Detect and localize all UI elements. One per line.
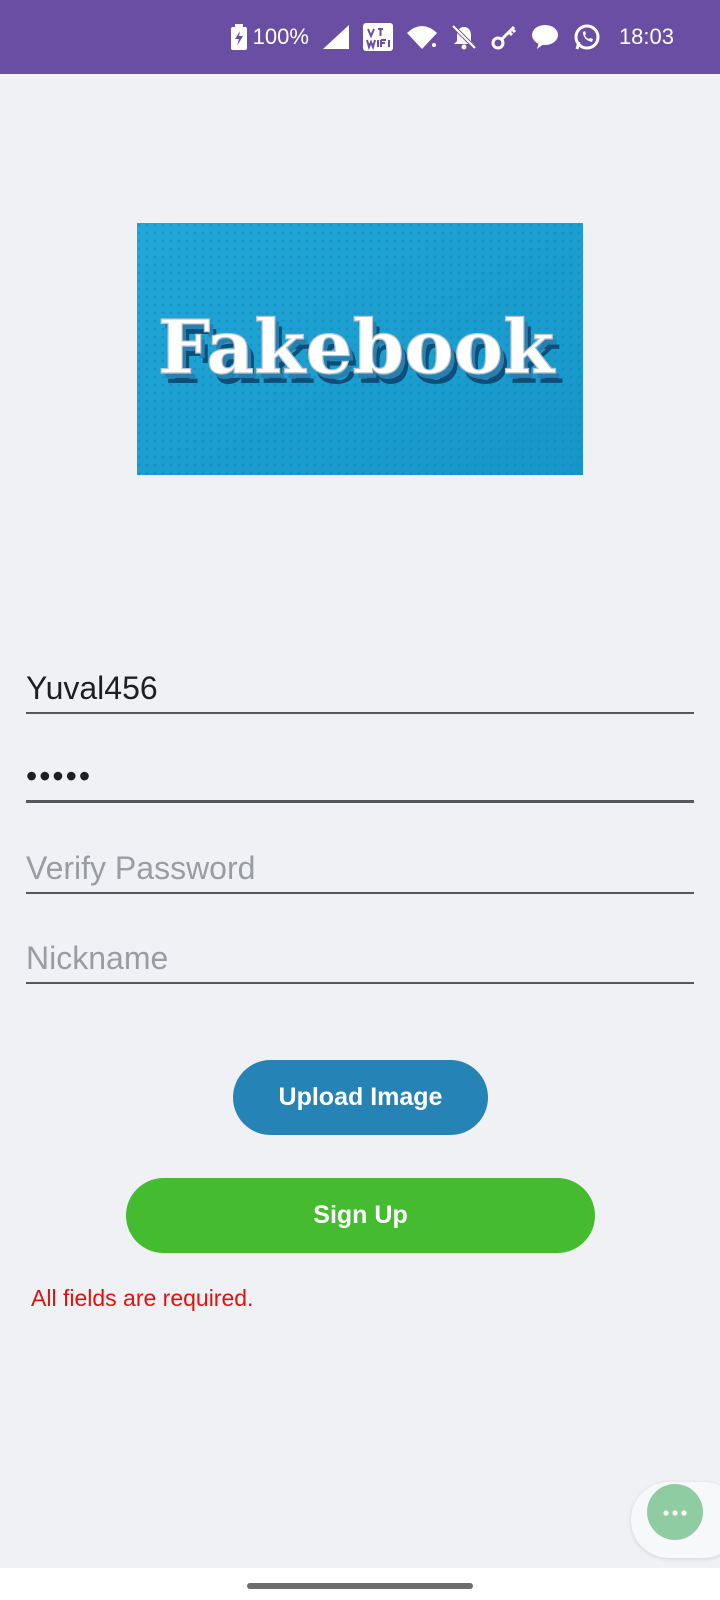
wifi-icon <box>406 25 437 49</box>
status-bar: 100% 18:03 <box>0 0 720 74</box>
upload-image-button[interactable]: Upload Image <box>233 1060 488 1135</box>
nickname-input[interactable] <box>26 934 694 982</box>
chat-bubble-icon <box>531 24 559 50</box>
password-input[interactable] <box>26 752 694 800</box>
username-input[interactable] <box>26 664 694 712</box>
mute-icon <box>451 24 477 50</box>
battery-charging-icon <box>230 24 247 50</box>
logo-text: Fakebook <box>158 305 556 391</box>
username-field[interactable] <box>26 664 694 714</box>
signal-icon <box>322 25 349 49</box>
sign-up-button[interactable]: Sign Up <box>126 1178 595 1253</box>
battery-indicator: 100% <box>230 24 309 50</box>
more-button[interactable] <box>647 1484 703 1540</box>
status-icons: 100% 18:03 <box>230 0 674 74</box>
vowifi-icon <box>362 23 393 51</box>
nickname-field[interactable] <box>26 934 694 984</box>
whatsapp-icon <box>573 23 601 51</box>
more-dots-icon <box>663 1503 687 1521</box>
clock: 18:03 <box>618 24 674 49</box>
verify-password-field[interactable] <box>26 844 694 894</box>
battery-percent: 100% <box>252 24 309 49</box>
error-message: All fields are required. <box>31 1285 254 1311</box>
verify-password-input[interactable] <box>26 844 694 892</box>
password-field[interactable] <box>26 752 694 803</box>
key-icon <box>491 24 517 50</box>
home-indicator[interactable] <box>247 1583 473 1589</box>
fakebook-logo: Fakebook Fakebook Fakebook <box>137 223 583 475</box>
